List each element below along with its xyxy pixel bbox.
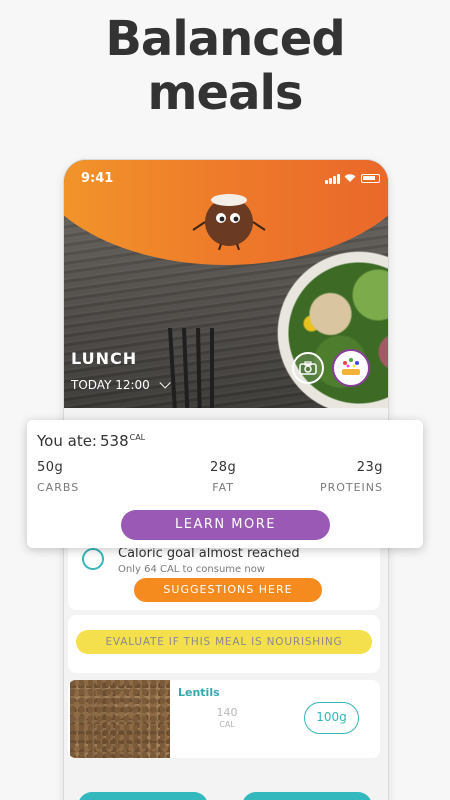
food-calories-unit: CAL bbox=[219, 720, 235, 729]
signal-icon bbox=[325, 174, 341, 184]
ate-unit: CAL bbox=[129, 433, 146, 442]
ate-label: You ate: bbox=[37, 432, 97, 450]
battery-icon bbox=[361, 174, 380, 183]
lentils-image bbox=[70, 680, 170, 758]
macro-label: PROTEINS bbox=[319, 481, 383, 494]
calories-eaten: You ate: 538CAL bbox=[37, 432, 145, 450]
learn-more-button[interactable]: LEARN MORE bbox=[121, 510, 330, 540]
camera-icon bbox=[299, 361, 317, 375]
bottom-action-left[interactable] bbox=[78, 792, 208, 800]
meal-hero: 9:41 LUNCH TODAY 12:00 bbox=[64, 160, 388, 408]
meal-badge-button[interactable] bbox=[332, 349, 370, 387]
fork-image bbox=[168, 328, 214, 408]
headline: Balanced meals bbox=[0, 12, 450, 120]
macro-value: 50g bbox=[37, 460, 64, 475]
macro-fat: 28g FAT bbox=[210, 460, 236, 494]
quantity-button[interactable]: 100g bbox=[304, 702, 359, 734]
goal-card: Caloric goal almost reached Only 64 CAL … bbox=[68, 542, 380, 610]
goal-title: Caloric goal almost reached bbox=[118, 546, 300, 561]
macro-label: FAT bbox=[212, 481, 234, 494]
ate-value: 538 bbox=[99, 432, 129, 450]
food-calories: 140 bbox=[216, 706, 238, 719]
macro-value: 23g bbox=[356, 460, 383, 475]
evaluate-card: EVALUATE IF THIS MEAL IS NOURISHING bbox=[68, 615, 380, 673]
headline-line-1: Balanced bbox=[105, 11, 345, 67]
macro-proteins: 23g PROTEINS bbox=[320, 460, 383, 494]
meal-title: LUNCH bbox=[71, 349, 138, 368]
macro-value: 28g bbox=[210, 460, 237, 475]
meal-time-label: TODAY 12:00 bbox=[71, 378, 150, 392]
goal-subtitle: Only 64 CAL to consume now bbox=[118, 564, 265, 575]
camera-button[interactable] bbox=[292, 352, 324, 384]
macro-label: CARBS bbox=[37, 481, 80, 494]
meal-time-selector[interactable]: TODAY 12:00 bbox=[71, 377, 171, 392]
food-item-row[interactable]: Lentils 140 CAL 100g bbox=[68, 680, 380, 758]
badge-icon bbox=[342, 358, 360, 375]
headline-line-2: meals bbox=[147, 65, 304, 121]
salad-plate-image bbox=[264, 238, 388, 408]
macro-carbs: 50g CARBS bbox=[37, 460, 79, 494]
evaluate-meal-button[interactable]: EVALUATE IF THIS MEAL IS NOURISHING bbox=[76, 630, 372, 654]
meal-summary-card: You ate: 538CAL 50g CARBS 28g FAT 23g PRO… bbox=[27, 420, 423, 548]
wifi-icon bbox=[343, 172, 357, 185]
suggestions-button[interactable]: SUGGESTIONS HERE bbox=[134, 578, 322, 602]
coconut-mascot bbox=[192, 194, 266, 250]
app-screenshot: Balanced meals 9:41 LUNCH TODAY 12:00 Ca… bbox=[0, 0, 450, 800]
food-name: Lentils bbox=[178, 686, 220, 699]
status-time: 9:41 bbox=[81, 171, 114, 186]
goal-progress-ring bbox=[82, 548, 104, 570]
bottom-action-right[interactable] bbox=[242, 792, 372, 800]
